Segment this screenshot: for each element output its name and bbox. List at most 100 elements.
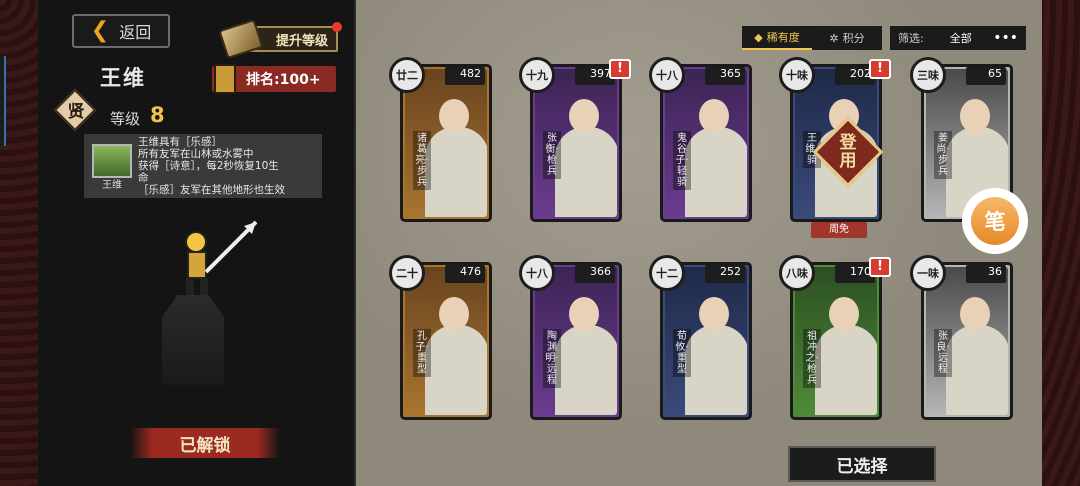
- rank-icon: [214, 64, 236, 94]
- card-rank-badge: 十八: [519, 255, 555, 291]
- card-rank-badge: 一味: [910, 255, 946, 291]
- card-label: 孔子·重型: [413, 329, 431, 377]
- equipped-label: 登用: [839, 133, 857, 171]
- week-free-badge: 周免: [811, 222, 867, 238]
- card-inner: 诸葛亮·步兵: [405, 69, 487, 217]
- portrait-body: [425, 325, 487, 415]
- skill-line: 命: [138, 172, 149, 184]
- card-inner: 张衡·枪兵: [535, 69, 617, 217]
- pen-button[interactable]: 笔: [962, 188, 1028, 254]
- card-label: 鬼谷子·轻骑: [673, 131, 691, 190]
- hero-card[interactable]: 张衡·枪兵 397 十九!: [519, 57, 631, 222]
- portrait-head: [960, 99, 990, 133]
- card-rank-badge: 二十: [389, 255, 425, 291]
- card-label: 祖冲之·枪兵: [803, 329, 821, 388]
- card-inner: 陶渊明·远程: [535, 267, 617, 415]
- hero-card[interactable]: 陶渊明·远程 366 十八: [519, 255, 622, 420]
- card-cost: 65: [966, 67, 1006, 85]
- upgrade-level-button[interactable]: 提升等级: [218, 18, 342, 60]
- card-label: 荀攸·重型: [673, 329, 691, 377]
- card-cost: 36: [966, 265, 1006, 283]
- portrait-body: [685, 127, 747, 217]
- card-rank-badge: 三味: [910, 57, 946, 93]
- card-rank-badge: 十八: [649, 57, 685, 93]
- rank-label: 排名:100+: [246, 72, 321, 88]
- portrait-head: [699, 297, 729, 331]
- skill-icon-label: 王维: [102, 180, 122, 191]
- hero-card[interactable]: 王维·骑 202 十味! 登用 周免: [779, 57, 891, 238]
- portrait-head: [829, 297, 859, 331]
- skill-line: 王维具有［乐感］: [138, 136, 222, 148]
- side-handle[interactable]: [0, 56, 6, 146]
- portrait-head: [960, 297, 990, 331]
- sort-bar: ◆ 稀有度 ✲ 积分: [742, 26, 882, 50]
- card-cost: 365: [705, 67, 745, 85]
- upgrade-label: 提升等级: [275, 33, 328, 49]
- back-label: 返回: [119, 23, 152, 42]
- skill-description: 王维 王维具有［乐感］ 所有友军在山林或水雾中 获得［诗意］，每2秒恢复10生 …: [84, 134, 322, 198]
- card-cost: 252: [705, 265, 745, 283]
- card-cost: 476: [445, 265, 485, 283]
- card-rank-badge: 八味: [779, 255, 815, 291]
- card-inner: 孔子·重型: [405, 267, 487, 415]
- card-cost: 482: [445, 67, 485, 85]
- hero-name: 王维: [100, 66, 146, 90]
- card-inner: 荀攸·重型: [665, 267, 747, 415]
- card-rank-badge: 十二: [649, 255, 685, 291]
- tab-rarity[interactable]: ◆ 稀有度: [742, 26, 812, 50]
- skill-line: ［乐感］友军在其他地形也生效: [138, 184, 285, 196]
- hero-card[interactable]: 荀攸·重型 252 十二: [649, 255, 752, 420]
- alert-icon: !: [869, 257, 891, 277]
- pen-label: 笔: [971, 197, 1019, 245]
- card-label: 陶渊明·远程: [543, 329, 561, 388]
- chevron-left-icon: ❮: [90, 18, 110, 43]
- portrait-body: [685, 325, 747, 415]
- card-label: 诸葛亮·步兵: [413, 131, 431, 190]
- card-rank-badge: 十味: [779, 57, 815, 93]
- hero-card[interactable]: 孔子·重型 476 二十: [389, 255, 492, 420]
- level-value: 8: [150, 103, 165, 127]
- more-icon[interactable]: •••: [993, 30, 1018, 46]
- scroll-icon: [218, 18, 264, 60]
- portrait-head: [439, 99, 469, 133]
- notification-dot: [332, 22, 342, 32]
- card-label: 张良·远程: [934, 329, 952, 377]
- card-inner: 张良·远程: [926, 267, 1008, 415]
- portrait-head: [569, 99, 599, 133]
- diamond-icon: ◆: [754, 30, 763, 44]
- level-label: 等级: [110, 110, 141, 128]
- pedestal: [162, 295, 224, 385]
- tab-rarity-label: 稀有度: [766, 31, 800, 44]
- portrait-head: [699, 99, 729, 133]
- card-rank-badge: 廿二: [389, 57, 425, 93]
- skill-icon: [92, 144, 132, 178]
- hero-card[interactable]: 鬼谷子·轻骑 365 十八: [649, 57, 752, 222]
- alert-icon: !: [869, 59, 891, 79]
- tab-score[interactable]: ✲ 积分: [812, 26, 882, 50]
- card-cost: 366: [575, 265, 615, 283]
- filter-bar: 筛选: 全部 •••: [890, 26, 1026, 50]
- unlocked-status: 已解锁: [130, 428, 280, 458]
- skill-line: 获得［诗意］，每2秒恢复10生: [138, 160, 279, 172]
- tab-score-label: 积分: [842, 32, 865, 45]
- card-rank-badge: 十九: [519, 57, 555, 93]
- selected-button[interactable]: 已选择: [788, 446, 936, 482]
- hero-card[interactable]: 张良·远程 36 一味: [910, 255, 1013, 420]
- back-button[interactable]: ❮ 返回: [72, 14, 170, 48]
- filter-select[interactable]: 全部: [950, 30, 972, 46]
- rank-badge[interactable]: 排名:100+: [212, 64, 336, 94]
- portrait-body: [555, 127, 617, 217]
- filter-label: 筛选:: [898, 32, 924, 45]
- alert-icon: !: [609, 59, 631, 79]
- portrait-body: [946, 325, 1008, 415]
- card-inner: 鬼谷子·轻骑: [665, 69, 747, 217]
- card-inner: 祖冲之·枪兵: [795, 267, 877, 415]
- skill-line: 所有友军在山林或水雾中: [138, 148, 254, 160]
- portrait-body: [555, 325, 617, 415]
- hero-card[interactable]: 祖冲之·枪兵 170 八味!: [779, 255, 891, 420]
- grade-label: 贤: [67, 102, 85, 122]
- flower-icon: ✲: [829, 31, 839, 45]
- portrait-head: [439, 297, 469, 331]
- portrait-body: [815, 325, 877, 415]
- hero-card[interactable]: 诸葛亮·步兵 482 廿二: [389, 57, 492, 222]
